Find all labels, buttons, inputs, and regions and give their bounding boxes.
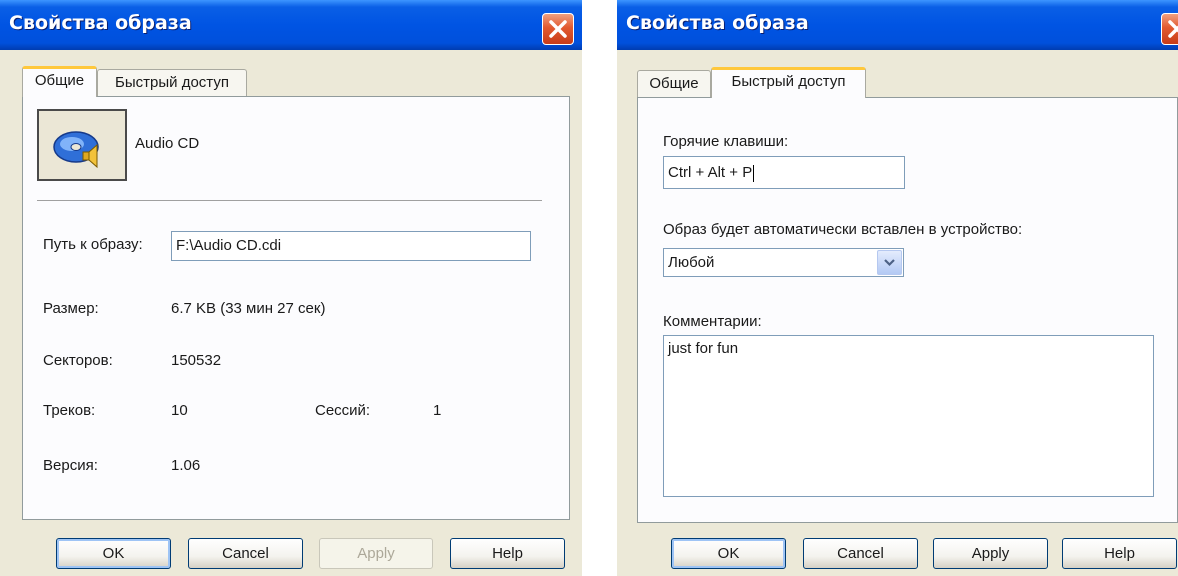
size-value: 6.7 KB (33 мин 27 сек) <box>171 300 326 317</box>
title-bar[interactable]: Свойства образа <box>0 0 582 50</box>
cancel-button[interactable]: Cancel <box>803 538 918 569</box>
window-title: Свойства образа <box>9 12 192 34</box>
size-label: Размер: <box>43 300 99 317</box>
ok-button[interactable]: OK <box>56 538 171 569</box>
version-value: 1.06 <box>171 457 201 474</box>
tab-panel-quick-access: Горячие клавиши: Ctrl + Alt + P Образ бу… <box>637 97 1178 523</box>
tracks-value: 10 <box>171 402 188 419</box>
chevron-down-icon <box>884 259 895 267</box>
text-cursor <box>753 164 755 182</box>
apply-button: Apply <box>319 538 433 569</box>
help-button[interactable]: Help <box>450 538 565 569</box>
title-bar[interactable]: Свойства образа <box>617 0 1178 50</box>
tab-general[interactable]: Общие <box>637 70 711 98</box>
help-button[interactable]: Help <box>1062 538 1177 569</box>
audio-cd-icon <box>53 131 99 169</box>
device-select-value: Любой <box>668 254 715 271</box>
close-icon <box>1168 20 1178 38</box>
close-icon <box>549 20 567 38</box>
tab-quick-access[interactable]: Быстрый доступ <box>711 67 866 98</box>
dropdown-button[interactable] <box>877 250 902 275</box>
tab-quick-access[interactable]: Быстрый доступ <box>97 69 247 97</box>
close-button[interactable] <box>1161 13 1178 45</box>
window-title: Свойства образа <box>626 12 809 34</box>
ok-button[interactable]: OK <box>671 538 786 569</box>
image-name: Audio CD <box>135 135 200 152</box>
comments-label: Комментарии: <box>663 313 762 330</box>
version-label: Версия: <box>43 457 98 474</box>
comments-field[interactable]: just for fun <box>663 335 1154 497</box>
path-field[interactable]: F:\Audio CD.cdi <box>171 231 531 261</box>
hotkey-label: Горячие клавиши: <box>663 133 789 150</box>
sessions-value: 1 <box>433 402 442 419</box>
image-properties-dialog-quick-access: Свойства образа Общие Быстрый доступ Гор… <box>617 0 1178 576</box>
sessions-label: Сессий: <box>315 402 371 419</box>
image-properties-dialog-general: Свойства образа Общие Быстрый доступ Aud… <box>0 0 582 576</box>
hotkey-value: Ctrl + Alt + P <box>668 164 753 181</box>
path-label: Путь к образу: <box>43 236 143 253</box>
divider <box>37 200 542 201</box>
sectors-value: 150532 <box>171 352 222 369</box>
sectors-label: Секторов: <box>43 352 113 369</box>
apply-button[interactable]: Apply <box>933 538 1048 569</box>
autoinsert-label: Образ будет автоматически вставлен в уст… <box>663 221 1023 238</box>
close-button[interactable] <box>542 13 574 45</box>
cancel-button[interactable]: Cancel <box>188 538 303 569</box>
hotkey-field[interactable]: Ctrl + Alt + P <box>663 156 905 189</box>
tracks-label: Треков: <box>43 402 96 419</box>
device-select[interactable]: Любой <box>663 248 904 277</box>
image-icon-box[interactable] <box>37 109 127 181</box>
tab-general[interactable]: Общие <box>22 66 97 97</box>
tab-panel-general: Audio CD Путь к образу: F:\Audio CD.cdi … <box>22 96 570 520</box>
